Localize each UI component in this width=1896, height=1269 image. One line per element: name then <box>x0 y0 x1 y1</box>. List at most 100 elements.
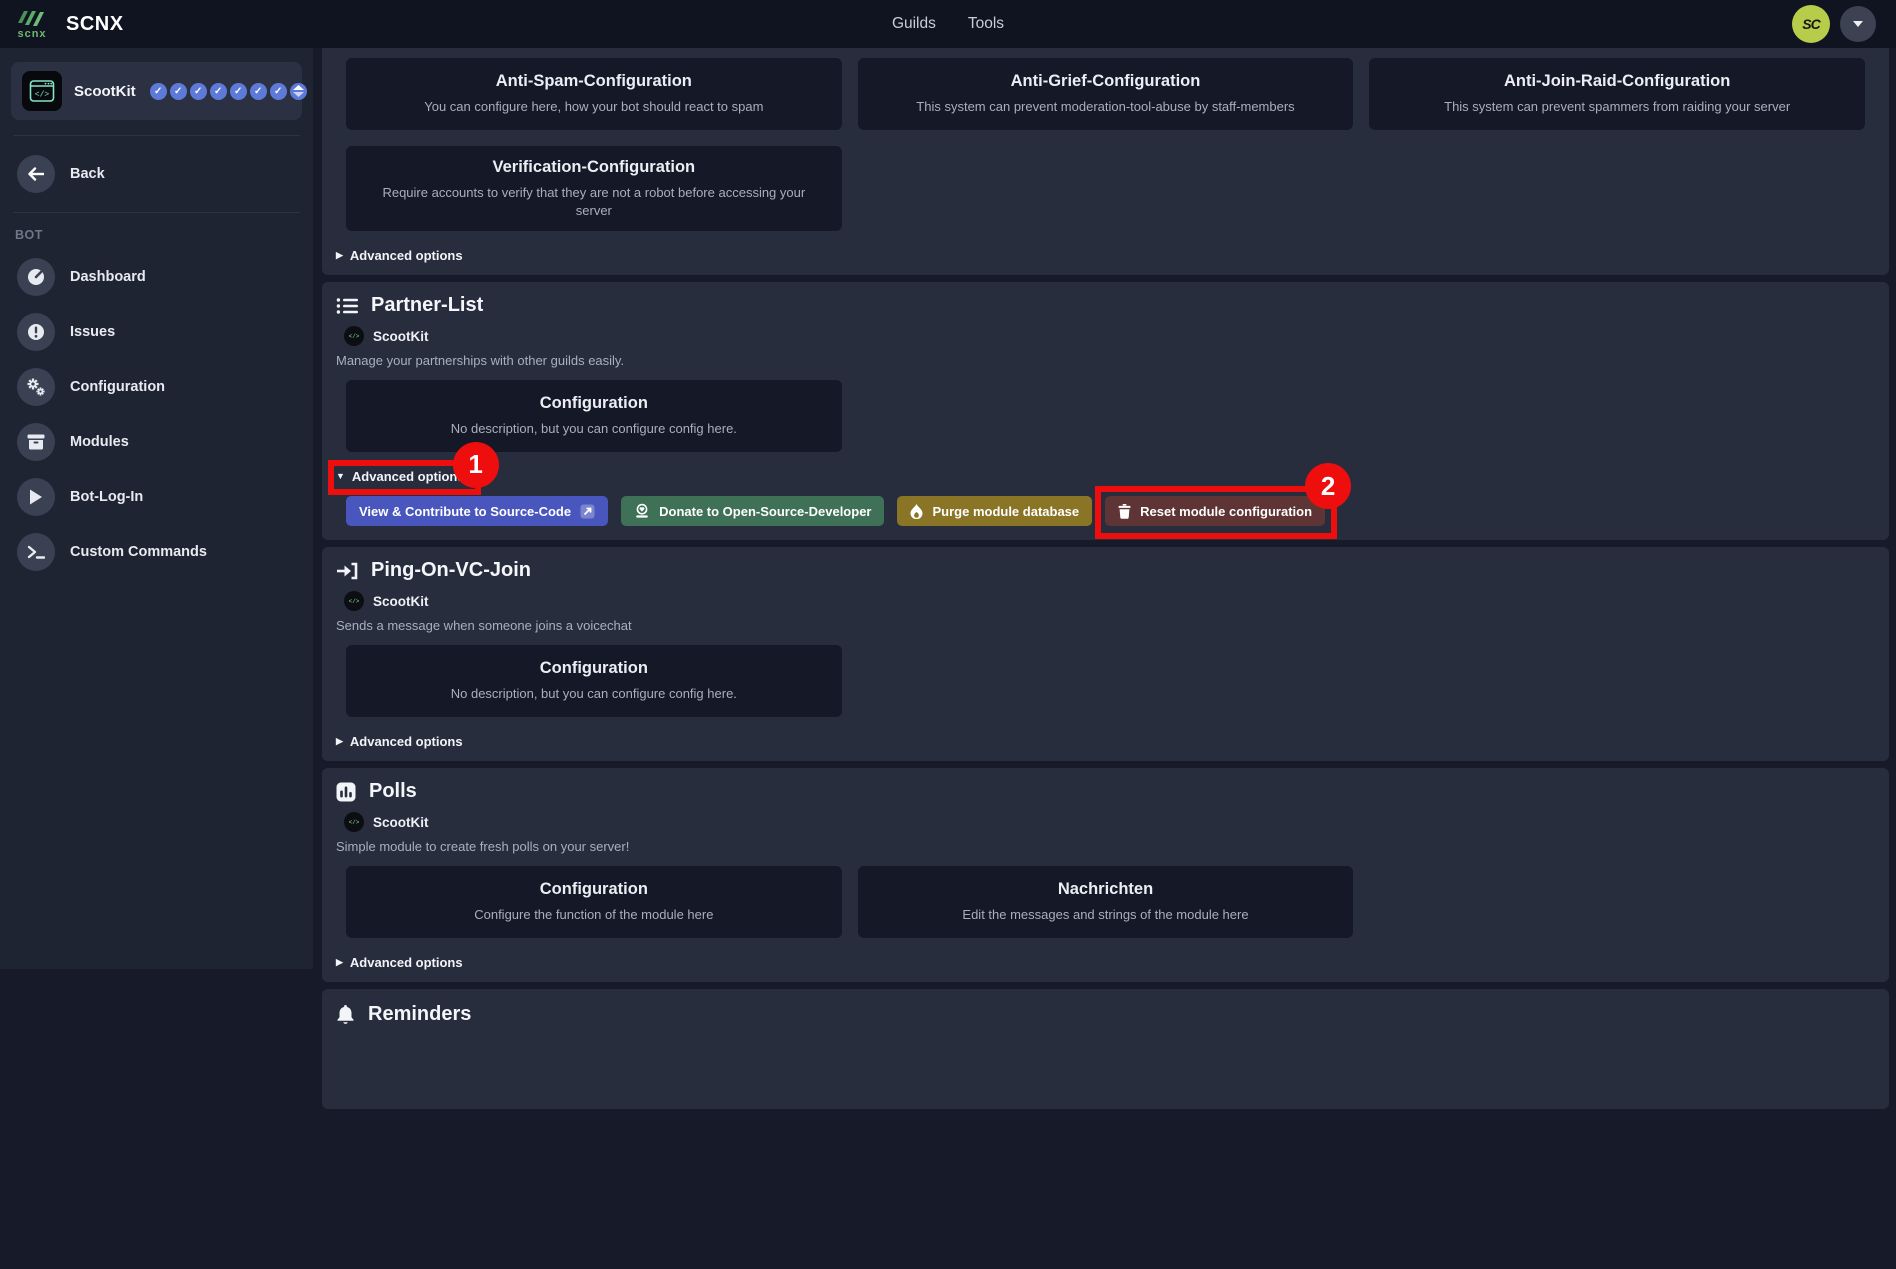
button-label: Reset module configuration <box>1140 504 1312 519</box>
advanced-options-toggle[interactable]: ▶ Advanced options <box>336 734 463 749</box>
config-card-desc: No description, but you can configure co… <box>451 420 737 438</box>
verified-badge-icon: ✓ <box>250 83 267 100</box>
advanced-options-label: Advanced options <box>350 955 463 970</box>
modules-icon <box>17 423 55 461</box>
sidebar-item-dashboard[interactable]: Dashboard <box>11 254 302 300</box>
section-title: Partner-List <box>371 294 483 317</box>
user-menu-button[interactable] <box>1840 6 1876 42</box>
config-card[interactable]: Anti-Grief-Configuration This system can… <box>858 58 1354 130</box>
advanced-options-label: Advanced options <box>352 469 465 484</box>
verified-badge-icon: ✓ <box>150 83 167 100</box>
main-content: Anti-Spam-Configuration You can configur… <box>313 48 1896 1269</box>
scootkit-avatar: </> <box>344 812 364 832</box>
scootkit-avatar: </> <box>344 326 364 346</box>
config-card-title: Configuration <box>540 394 648 413</box>
guild-badges: ✓ ✓ ✓ ✓ ✓ ✓ ✓ <box>150 83 307 100</box>
scnx-logo-icon: scnx <box>14 9 50 40</box>
section-owner: ScootKit <box>373 815 429 830</box>
sidebar-item-issues[interactable]: Issues <box>11 309 302 355</box>
sidebar-item-bot-log-in[interactable]: Bot-Log-In <box>11 474 302 520</box>
reset-module-config-button[interactable]: Reset module configuration <box>1105 496 1325 526</box>
view-source-code-button[interactable]: View & Contribute to Source-Code <box>346 496 608 526</box>
config-card-desc: Configure the function of the module her… <box>474 906 713 924</box>
donate-icon <box>634 503 650 519</box>
module-section-polls: Polls </> ScootKit Simple module to crea… <box>322 768 1889 982</box>
config-card[interactable]: Configuration No description, but you ca… <box>346 380 842 452</box>
dashboard-icon <box>17 258 55 296</box>
module-section-reminders: Reminders <box>322 989 1889 1109</box>
nav-link-guilds[interactable]: Guilds <box>892 15 936 33</box>
brand[interactable]: scnx SCNX <box>14 9 124 40</box>
verified-badge-icon: ✓ <box>270 83 287 100</box>
config-card-title: Anti-Spam-Configuration <box>496 72 692 91</box>
terminal-icon <box>17 533 55 571</box>
config-card-title: Anti-Grief-Configuration <box>1011 72 1201 91</box>
sidebar-item-label: Configuration <box>70 379 165 395</box>
nav-links: Guilds Tools <box>892 15 1004 33</box>
triangle-right-icon: ▶ <box>336 250 343 261</box>
guild-name: ScootKit <box>74 83 136 100</box>
sidebar-item-label: Issues <box>70 324 115 340</box>
issues-icon <box>17 313 55 351</box>
button-label: View & Contribute to Source-Code <box>359 504 571 519</box>
config-card-title: Verification-Configuration <box>493 158 696 177</box>
advanced-options-label: Advanced options <box>350 734 463 749</box>
donate-button[interactable]: Donate to Open-Source-Developer <box>621 496 884 526</box>
section-desc: Sends a message when someone joins a voi… <box>336 618 1877 633</box>
user-avatar[interactable]: SC <box>1792 5 1830 43</box>
config-card-desc: Require accounts to verify that they are… <box>364 184 824 219</box>
back-arrow-icon <box>17 155 55 193</box>
play-icon <box>17 478 55 516</box>
sign-in-icon <box>336 562 358 580</box>
sidebar-item-label: Custom Commands <box>70 544 207 560</box>
triangle-down-icon: ▼ <box>336 471 345 481</box>
module-section-top: Anti-Spam-Configuration You can configur… <box>322 48 1889 275</box>
svg-text:</>: </> <box>35 91 50 100</box>
guild-card[interactable]: </> ScootKit ✓ ✓ ✓ ✓ ✓ ✓ ✓ <box>11 62 302 120</box>
config-card[interactable]: Configuration Configure the function of … <box>346 866 842 938</box>
chevron-down-icon <box>1852 20 1864 28</box>
config-card[interactable]: Anti-Spam-Configuration You can configur… <box>346 58 842 130</box>
config-card-desc: You can configure here, how your bot sho… <box>424 98 763 116</box>
config-card-title: Anti-Join-Raid-Configuration <box>1504 72 1730 91</box>
section-title: Ping-On-VC-Join <box>371 559 531 582</box>
back-button[interactable]: Back <box>11 151 302 197</box>
section-title: Reminders <box>368 1003 471 1026</box>
config-card-title: Configuration <box>540 659 648 678</box>
trash-icon <box>1118 504 1131 519</box>
sidebar-item-custom-commands[interactable]: Custom Commands <box>11 529 302 575</box>
config-card[interactable]: Nachrichten Edit the messages and string… <box>858 866 1354 938</box>
brand-title: SCNX <box>66 13 124 36</box>
divider <box>13 135 300 136</box>
button-label: Donate to Open-Source-Developer <box>659 504 871 519</box>
section-desc: Manage your partnerships with other guil… <box>336 353 1877 368</box>
boost-badge-icon <box>290 83 307 100</box>
purge-database-button[interactable]: Purge module database <box>897 496 1092 526</box>
config-card-desc: This system can prevent spammers from ra… <box>1444 98 1790 116</box>
verified-badge-icon: ✓ <box>210 83 227 100</box>
verified-badge-icon: ✓ <box>190 83 207 100</box>
external-link-icon <box>580 504 595 519</box>
config-card[interactable]: Verification-Configuration Require accou… <box>346 146 842 231</box>
advanced-options-toggle-expanded[interactable]: ▼ Advanced options 1 <box>336 469 465 484</box>
config-card-desc: No description, but you can configure co… <box>451 685 737 703</box>
sidebar-item-configuration[interactable]: Configuration <box>11 364 302 410</box>
verified-badge-icon: ✓ <box>170 83 187 100</box>
sidebar: </> ScootKit ✓ ✓ ✓ ✓ ✓ ✓ ✓ <box>0 48 313 969</box>
advanced-options-label: Advanced options <box>350 248 463 263</box>
config-card-title: Configuration <box>540 880 648 899</box>
sidebar-item-modules[interactable]: Modules <box>11 419 302 465</box>
list-icon <box>336 297 358 315</box>
config-card-desc: This system can prevent moderation-tool-… <box>916 98 1294 116</box>
advanced-options-toggle[interactable]: ▶ Advanced options <box>336 955 463 970</box>
bell-icon <box>336 1004 355 1025</box>
module-section-partner-list: Partner-List </> ScootKit Manage your pa… <box>322 282 1889 540</box>
top-navbar: scnx SCNX Guilds Tools SC <box>0 0 1896 48</box>
config-card[interactable]: Anti-Join-Raid-Configuration This system… <box>1369 58 1865 130</box>
config-card[interactable]: Configuration No description, but you ca… <box>346 645 842 717</box>
nav-link-tools[interactable]: Tools <box>968 15 1004 33</box>
section-owner: ScootKit <box>373 329 429 344</box>
triangle-right-icon: ▶ <box>336 736 343 747</box>
scootkit-avatar: </> <box>344 591 364 611</box>
advanced-options-toggle[interactable]: ▶ Advanced options <box>336 248 463 263</box>
